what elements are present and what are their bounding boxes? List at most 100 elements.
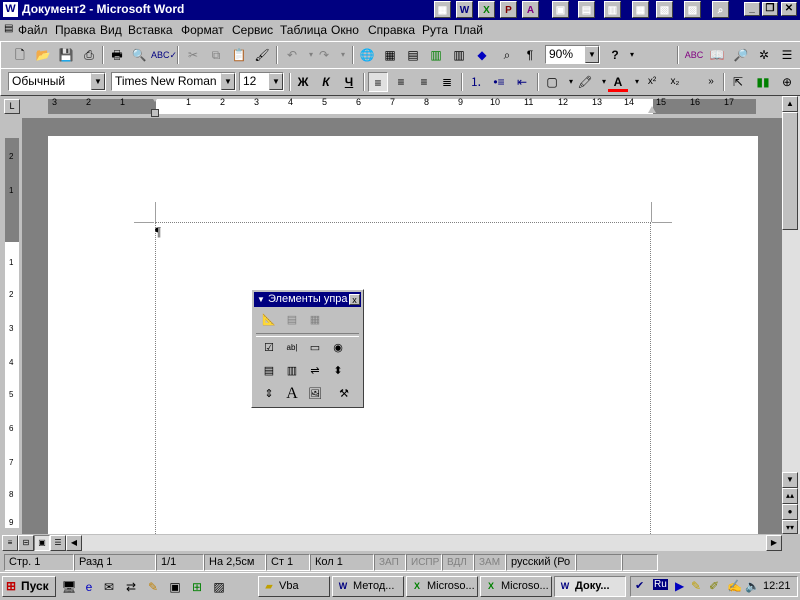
scroll-thumb[interactable] [782,112,798,230]
menu-insert[interactable]: Вставка [128,23,173,37]
print-layout-button[interactable]: ▣ [34,535,50,551]
first-line-indent-marker[interactable] [151,96,159,102]
document-menu-icon[interactable]: ▤ [4,23,13,34]
quick-launch-word-icon[interactable]: W [456,1,473,18]
font-size-combo[interactable]: 12 ▼ [239,72,284,91]
drawing-icon[interactable]: ◆ [472,45,492,65]
status-overtype[interactable]: ЗАМ [474,554,506,571]
media-player-icon[interactable]: ▶ [675,579,684,593]
clock[interactable]: 12:21 [763,580,791,592]
task-document-active[interactable]: W Доку... [554,576,626,597]
insert-table-icon[interactable]: ▤ [403,45,423,65]
menu-tools[interactable]: Сервис [232,23,273,37]
print-icon[interactable]: 🖶 [107,45,127,65]
select-browse-object-button[interactable]: ● [782,504,798,520]
scroll-right-button[interactable]: ▶ [766,535,782,551]
right-indent-marker[interactable] [648,106,656,113]
palette-title-bar[interactable]: ▼ Элементы упра [254,292,361,307]
quick-launch-access-icon[interactable]: A [522,1,539,18]
scroll-left-button[interactable]: ◀ [66,535,82,551]
numbered-list-icon[interactable]: ⒈ [466,72,486,92]
help-dropdown-icon[interactable]: ▾ [622,45,642,65]
book-icon[interactable]: 📖 [707,45,727,65]
scroll-down-button[interactable]: ▼ [782,472,798,488]
bulleted-list-icon[interactable]: •≡ [489,72,509,92]
network-icon[interactable]: ⊞ [188,577,206,597]
radio-control-icon[interactable]: ◉ [329,339,347,357]
status-line[interactable]: Ст 1 [266,554,310,571]
spelling-check-icon[interactable]: ABC [684,45,704,65]
horizontal-scroll-track[interactable] [82,535,766,551]
button-control-icon[interactable]: ▭ [306,339,324,357]
italic-button[interactable]: К [316,72,336,92]
status-spelling[interactable] [576,554,622,571]
bold-button[interactable]: Ж [293,72,313,92]
status-record-macro[interactable]: ЗАП [374,554,406,571]
windows-icon[interactable]: ▨ [210,577,228,597]
redo-icon[interactable]: ↷ [314,45,334,65]
start-button[interactable]: ⊞ Пуск [2,576,56,597]
document-map-icon[interactable]: ⌕ [497,45,517,65]
status-track-changes[interactable]: ИСПР [406,554,442,571]
maximize-button[interactable]: ❐ [762,2,778,16]
search-document-icon[interactable]: 🔎 [731,45,751,65]
menu-play[interactable]: Плай [454,23,483,37]
menu-help[interactable]: Справка [368,23,415,37]
borders-icon[interactable]: ▢ [542,72,562,92]
label-control-icon[interactable]: A [283,385,301,403]
outline-view-button[interactable]: ☰ [50,535,66,551]
preview-icon[interactable]: 🔍 [129,45,149,65]
title-bar[interactable]: W Документ2 - Microsoft Word ▦ W X P A ▣… [0,0,800,20]
superscript-button[interactable]: x² [642,72,662,92]
task-vba[interactable]: ▰ Vba [258,576,330,597]
paste-icon[interactable]: 📋 [229,45,249,65]
highlight-icon[interactable]: 🖍 [575,72,595,92]
show-hide-paragraph-icon[interactable]: ¶ [520,45,540,65]
columns-icon[interactable]: ▥ [449,45,469,65]
insert-file-icon[interactable]: ⇱ [728,72,748,92]
justify-icon[interactable]: ≣ [437,72,457,92]
cut-icon[interactable]: ✂ [183,45,203,65]
redo-dropdown-icon[interactable]: ▾ [333,45,353,65]
properties-icon[interactable]: ▤ [283,311,301,329]
pen-icon[interactable]: ✎ [691,579,701,593]
task-excel-2[interactable]: X Microso... [480,576,552,597]
document-area[interactable]: ¶ [22,118,782,534]
menu-view[interactable]: Вид [100,23,122,37]
previous-page-button[interactable]: ▴▴ [782,488,798,504]
quick-launch-search-icon[interactable]: ⌕ [712,1,729,18]
quick-launch-tools-icon[interactable]: ▧ [656,1,673,18]
zoom-tool-icon[interactable]: ⊕ [777,72,797,92]
document-page[interactable]: ¶ [48,136,758,534]
scroll-up-button[interactable]: ▲ [782,96,798,112]
quick-launch-binder-icon[interactable]: ▣ [552,1,569,18]
internet-explorer-icon[interactable]: e [80,577,98,597]
insert-excel-icon[interactable]: ▥ [426,45,446,65]
align-left-icon[interactable]: ≡ [368,72,388,92]
menu-format[interactable]: Формат [181,23,224,37]
media-icon[interactable]: ▣ [166,577,184,597]
status-page-count[interactable]: 1/1 [156,554,204,571]
options-icon[interactable]: ☰ [777,45,797,65]
horizontal-scrollbar[interactable]: ≡ ⊟ ▣ ☰ ◀ ▶ [0,534,800,552]
hyperlink-globe-icon[interactable]: 🌐 [357,45,377,65]
status-extend[interactable]: ВДЛ [442,554,474,571]
more-buttons-icon[interactable]: » [701,72,721,92]
checkbox-control-icon[interactable]: ☑ [260,339,278,357]
tab-stop-selector[interactable]: L [4,99,20,114]
subscript-button[interactable]: x₂ [665,72,685,92]
textbox-control-icon[interactable]: ab| [283,339,301,357]
chevron-down-icon[interactable]: ▼ [269,73,283,90]
menu-ruta[interactable]: Рута [422,23,448,37]
palette-close-button[interactable]: x [349,294,360,305]
palette-menu-icon[interactable]: ▼ [257,292,265,307]
word-app-icon[interactable]: W [3,2,18,17]
print-preview-icon[interactable]: ⎙ [79,45,99,65]
chart-icon[interactable]: ▮▮ [753,72,773,92]
style-combo[interactable]: Обычный ▼ [8,72,106,91]
minimize-button[interactable]: _ [744,2,760,16]
language-indicator[interactable]: Ru [653,579,668,590]
quick-launch-apps-icon[interactable]: ▦ [632,1,649,18]
spelling-icon[interactable]: ABC✓ [151,45,177,65]
menu-window[interactable]: Окно [331,23,359,37]
